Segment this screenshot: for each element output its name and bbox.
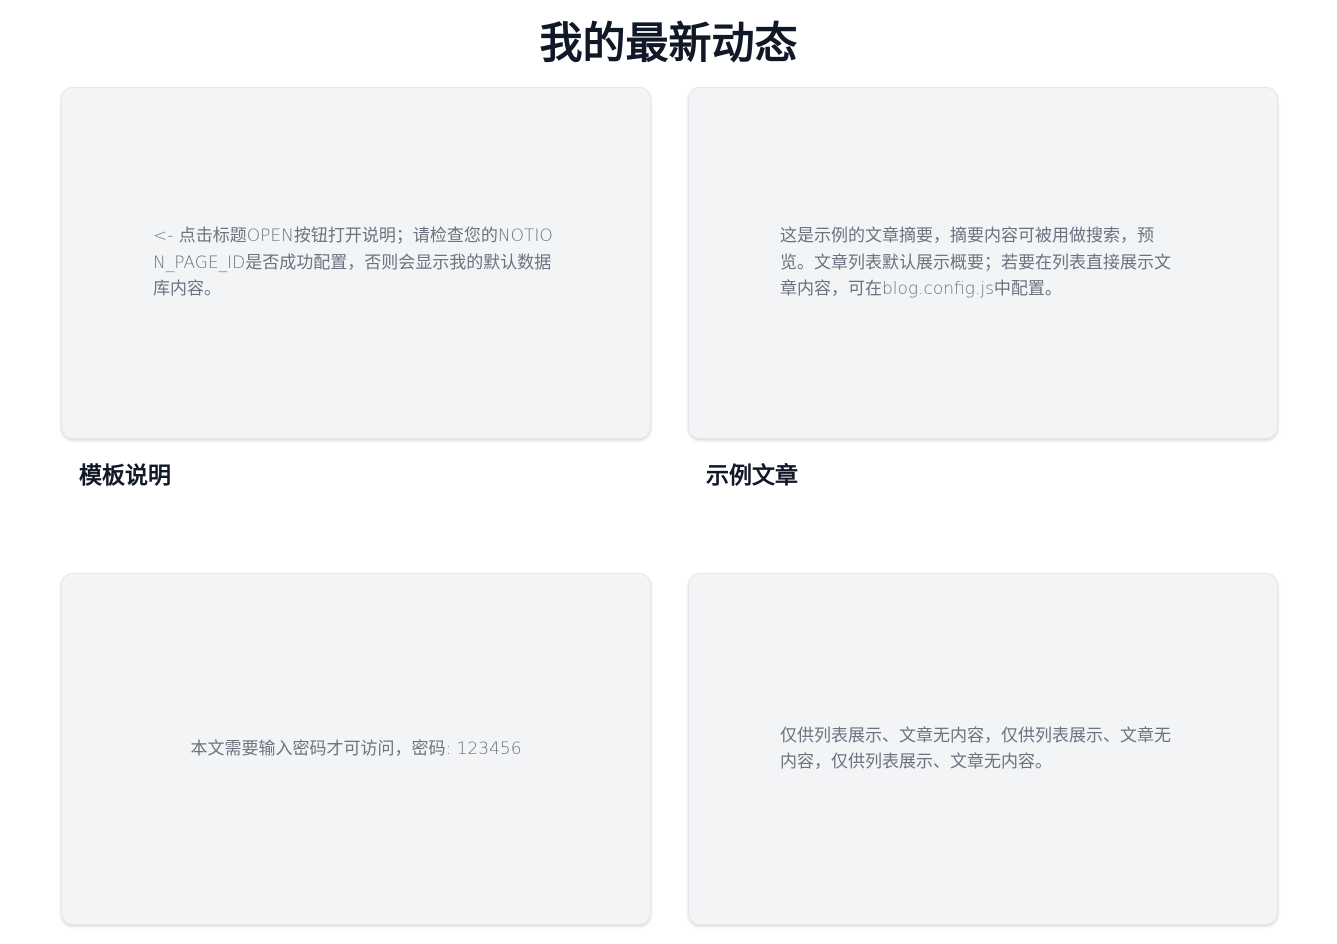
- post-title-link[interactable]: 模板说明: [79, 459, 171, 493]
- page-title: 我的最新动态: [539, 19, 798, 69]
- post-item: 仅供列表展示、文章无内容，仅供列表展示、文章无内容，仅供列表展示、文章无内容。: [688, 573, 1278, 925]
- post-card[interactable]: 仅供列表展示、文章无内容，仅供列表展示、文章无内容，仅供列表展示、文章无内容。: [688, 573, 1278, 925]
- post-title-link[interactable]: 示例文章: [706, 459, 798, 493]
- post-item: 本文需要输入密码才可访问，密码: 123456: [61, 573, 651, 925]
- post-card[interactable]: 本文需要输入密码才可访问，密码: 123456: [61, 573, 651, 925]
- post-summary: 本文需要输入密码才可访问，密码: 123456: [190, 738, 522, 759]
- post-summary: 仅供列表展示、文章无内容，仅供列表展示、文章无内容，仅供列表展示、文章无内容。: [780, 725, 1171, 773]
- post-summary: <- 点击标题OPEN按钮打开说明；请检查您的NOTION_PAGE_ID是否成…: [153, 226, 553, 300]
- post-item: 这是示例的文章摘要，摘要内容可被用做搜索，预览。文章列表默认展示概要；若要在列表…: [688, 87, 1278, 489]
- post-card[interactable]: 这是示例的文章摘要，摘要内容可被用做搜索，预览。文章列表默认展示概要；若要在列表…: [688, 87, 1278, 439]
- post-card[interactable]: <- 点击标题OPEN按钮打开说明；请检查您的NOTION_PAGE_ID是否成…: [61, 87, 651, 439]
- post-item: <- 点击标题OPEN按钮打开说明；请检查您的NOTION_PAGE_ID是否成…: [61, 87, 651, 489]
- post-summary: 这是示例的文章摘要，摘要内容可被用做搜索，预览。文章列表默认展示概要；若要在列表…: [780, 226, 1171, 300]
